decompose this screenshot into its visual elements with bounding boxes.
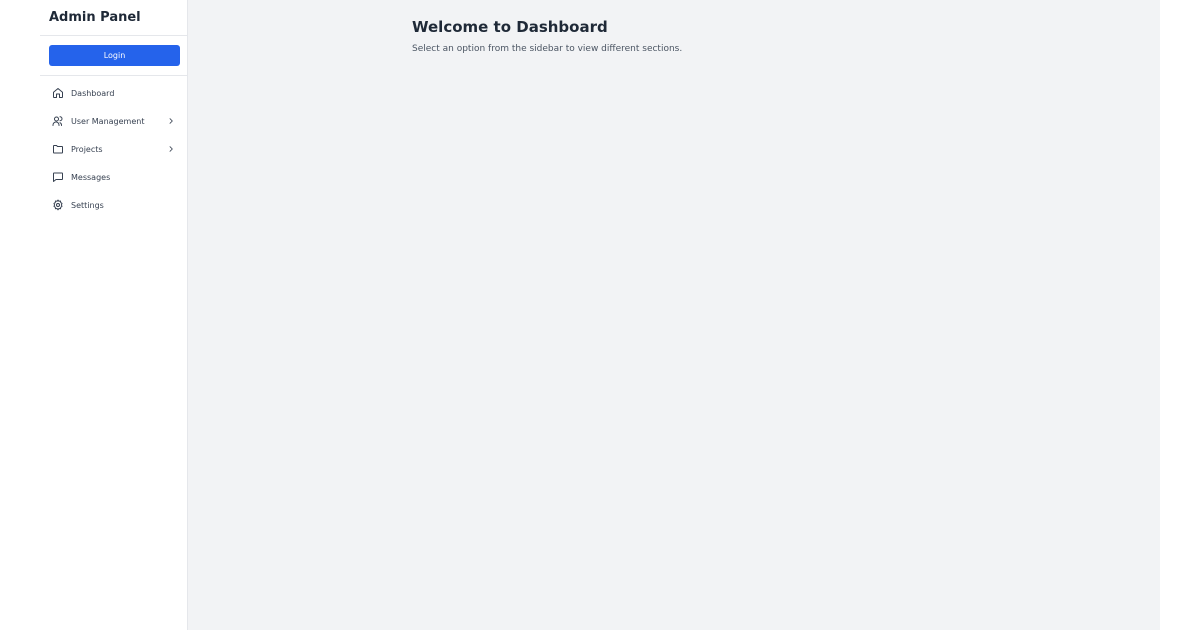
page-subtitle: Select an option from the sidebar to vie… <box>412 44 683 54</box>
main-content: Welcome to Dashboard Select an option fr… <box>188 0 1160 630</box>
sidebar-item-label: User Management <box>71 116 145 126</box>
folder-icon <box>51 143 64 156</box>
sidebar-item-messages[interactable]: Messages <box>40 163 187 191</box>
users-icon <box>51 115 64 128</box>
home-icon <box>51 87 64 100</box>
message-icon <box>51 171 64 184</box>
sidebar-nav: Dashboard User Management Projects Messa… <box>40 76 187 219</box>
chevron-right-icon[interactable] <box>167 117 175 125</box>
sidebar-item-label: Projects <box>71 144 103 154</box>
brand-title: Admin Panel <box>40 0 187 36</box>
page-title: Welcome to Dashboard <box>412 18 608 36</box>
welcome-section: Welcome to Dashboard Select an option fr… <box>412 18 682 54</box>
sidebar-item-user-management[interactable]: User Management <box>40 107 187 135</box>
chevron-right-icon[interactable] <box>167 145 175 153</box>
sidebar-item-label: Dashboard <box>71 88 115 98</box>
login-button[interactable]: Login <box>49 45 180 66</box>
sidebar-item-settings[interactable]: Settings <box>40 191 187 219</box>
sidebar: Admin Panel Login Dashboard User Managem… <box>40 0 188 630</box>
sidebar-item-label: Messages <box>71 172 111 182</box>
sidebar-item-projects[interactable]: Projects <box>40 135 187 163</box>
app-shell: Admin Panel Login Dashboard User Managem… <box>40 0 1160 630</box>
sidebar-item-dashboard[interactable]: Dashboard <box>40 79 187 107</box>
sidebar-item-label: Settings <box>71 200 104 210</box>
gear-icon <box>51 199 64 212</box>
auth-section: Login <box>40 36 187 76</box>
